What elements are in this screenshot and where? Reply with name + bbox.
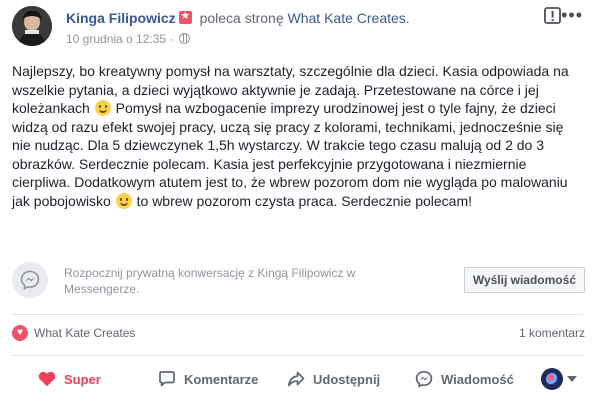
heart-icon: [38, 371, 56, 387]
reaction-stats: What Kate Creates 1 komentarz: [12, 324, 585, 342]
post-meta: 10 grudnia o 12:35 ·: [66, 32, 190, 46]
chevron-down-icon: [567, 376, 577, 382]
action-bar: Super Komentarze Udostępnij Wiadomość: [12, 362, 585, 396]
post-text-part-3: to wbrew pozorom czysta praca. Serdeczni…: [132, 192, 472, 209]
share-label: Udostępnij: [313, 371, 381, 387]
page-link[interactable]: What Kate Creates: [288, 10, 406, 26]
timestamp[interactable]: 10 grudnia o 12:35: [66, 32, 166, 46]
like-button[interactable]: Super: [38, 366, 101, 392]
exclamation-square-icon: [544, 7, 561, 24]
meta-separator: ·: [169, 32, 174, 46]
love-reaction-icon[interactable]: [12, 325, 28, 341]
page-suffix: .: [405, 10, 410, 26]
messenger-icon: [415, 370, 433, 388]
smiley-emoji-icon: [94, 100, 111, 116]
divider: [12, 314, 583, 315]
avatar[interactable]: [12, 6, 52, 46]
message-button[interactable]: Wiadomość: [415, 366, 514, 392]
messenger-prompt-text: Rozpocznij prywatną konwersację z Kingą …: [64, 266, 356, 296]
more-dots-icon: •••: [561, 5, 583, 25]
report-button[interactable]: [543, 6, 563, 26]
author-name[interactable]: Kinga Filipowicz: [66, 10, 176, 26]
globe-icon[interactable]: [178, 33, 190, 44]
like-label: Super: [64, 371, 101, 387]
recommend-flag-icon: [178, 9, 192, 24]
comment-count[interactable]: 1 komentarz: [519, 326, 585, 340]
reaction-selector-button[interactable]: [541, 366, 577, 392]
reaction-names[interactable]: What Kate Creates: [34, 326, 135, 340]
profile-emoji-icon: [541, 368, 563, 390]
comment-button[interactable]: Komentarze: [158, 366, 258, 392]
comment-icon: [159, 371, 175, 387]
smiley-emoji-icon: [115, 192, 132, 209]
post-card: Kinga Filipowicz poleca stronę What Kate…: [0, 0, 595, 403]
more-options-button[interactable]: •••: [561, 5, 583, 25]
recommends-text: poleca stronę: [199, 10, 284, 26]
comment-label: Komentarze: [184, 371, 259, 387]
post-title-line: Kinga Filipowicz poleca stronę What Kate…: [66, 9, 410, 26]
divider: [12, 355, 583, 356]
send-message-button[interactable]: Wyślij wiadomość: [463, 267, 585, 293]
post-body: Najlepszy, bo kreatywny pomysł na warszt…: [12, 62, 584, 210]
message-label: Wiadomość: [441, 371, 514, 387]
messenger-icon: [12, 262, 48, 298]
share-button[interactable]: Udostępnij: [287, 366, 380, 392]
messenger-prompt: Rozpocznij prywatną konwersację z Kingą …: [12, 257, 585, 306]
post-header: Kinga Filipowicz poleca stronę What Kate…: [12, 6, 583, 50]
share-arrow-icon: [287, 371, 305, 387]
